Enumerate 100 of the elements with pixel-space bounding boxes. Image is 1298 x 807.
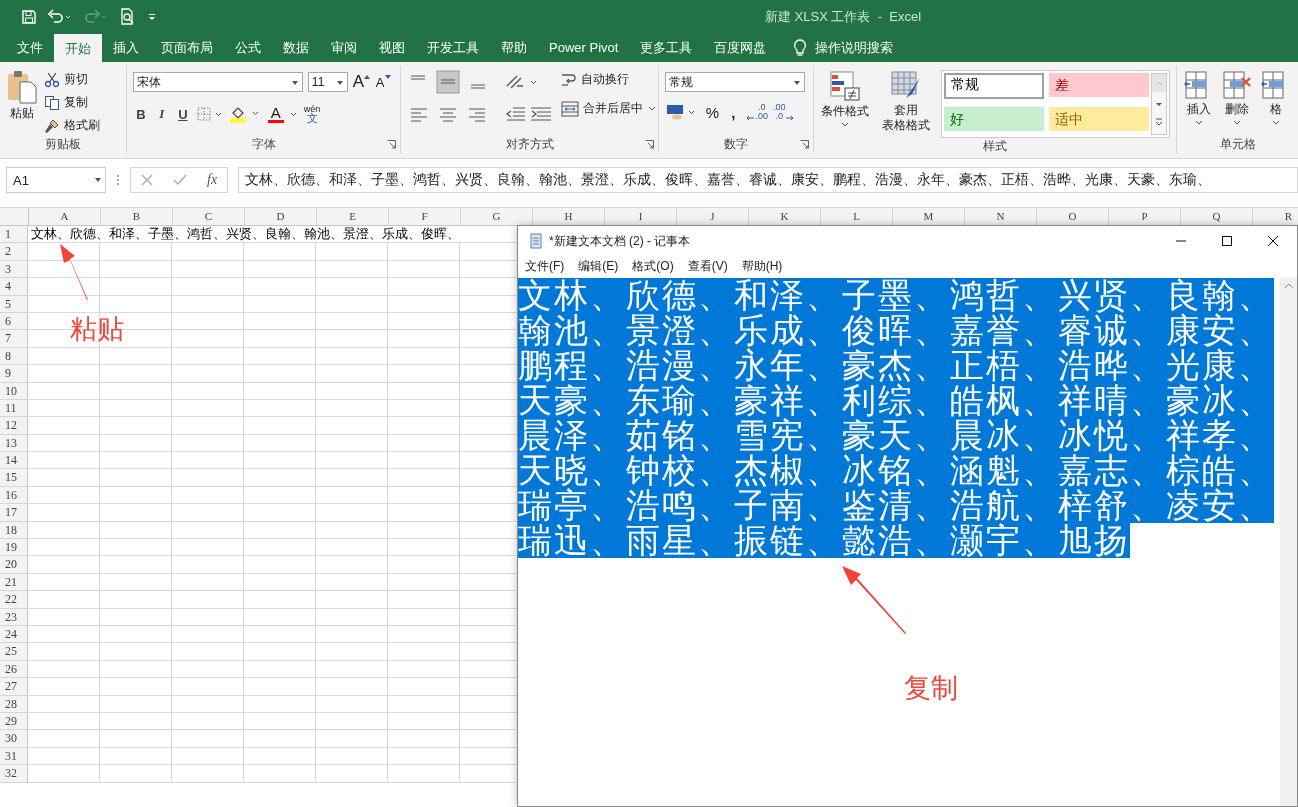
- scrollbar[interactable]: [1280, 277, 1297, 806]
- check-icon[interactable]: [173, 174, 187, 186]
- menu-item[interactable]: 格式(O): [625, 256, 681, 277]
- ribbon-tab[interactable]: 开始: [54, 34, 102, 63]
- merge-center-button[interactable]: 合并后居中: [561, 99, 658, 118]
- menu-item[interactable]: 编辑(E): [571, 256, 626, 277]
- column-header[interactable]: F: [389, 208, 461, 225]
- close-icon[interactable]: [1267, 235, 1279, 247]
- dropdown-icon: [1194, 119, 1205, 127]
- cells-button[interactable]: 格: [1259, 70, 1292, 127]
- increase-decimal-button[interactable]: .0 .00: [746, 103, 768, 121]
- group-label: 剪贴板: [43, 136, 82, 153]
- save-icon[interactable]: [21, 9, 37, 25]
- ribbon-tab[interactable]: Power Pivot: [538, 34, 630, 62]
- row-header[interactable]: 25: [0, 643, 28, 661]
- row-header[interactable]: 4: [0, 278, 28, 296]
- ribbon-tab[interactable]: 帮助: [490, 34, 538, 62]
- font-style-button[interactable]: I: [153, 106, 170, 122]
- tell-me-search[interactable]: 操作说明搜索: [793, 34, 894, 62]
- cell-style[interactable]: 适中: [1049, 106, 1149, 131]
- ribbon-tab[interactable]: 插入: [102, 34, 150, 62]
- ribbon-tab[interactable]: 更多工具: [629, 34, 704, 62]
- ribbon-tab[interactable]: 文件: [6, 34, 54, 62]
- row-header[interactable]: 20: [0, 556, 28, 574]
- borders-icon[interactable]: [195, 106, 224, 122]
- cells-button[interactable]: 插入: [1183, 70, 1216, 127]
- paste-button[interactable]: 粘贴: [6, 70, 38, 122]
- font-size-field[interactable]: 11: [307, 72, 348, 92]
- menu-item[interactable]: 帮助(H): [734, 256, 790, 277]
- right-arrow-icon: [786, 115, 795, 121]
- dropdown-icon: [1270, 119, 1281, 127]
- clipboard-action[interactable]: 剪切: [44, 70, 100, 89]
- row-header[interactable]: 17: [0, 504, 28, 522]
- group-label: 数字: [723, 136, 750, 153]
- ribbon-tab[interactable]: 开发工具: [416, 34, 490, 62]
- cell-style[interactable]: 好: [944, 106, 1044, 131]
- formula-field[interactable]: 文林、欣德、和泽、子墨、鸿哲、兴贤、良翰、翰池、景澄、乐成、俊晖、嘉誉、睿诚、康安、鹏程、浩漫、永年、豪杰、正梧、浩晔、光康、天豪、东瑜、: [238, 167, 1298, 193]
- column-header[interactable]: D: [245, 208, 317, 225]
- font-name-field[interactable]: 宋体: [132, 72, 303, 92]
- format-painter-icon: [44, 117, 60, 134]
- dialog-launcher-icon[interactable]: [387, 140, 397, 149]
- ribbon-tab[interactable]: 视图: [368, 34, 416, 62]
- row-header[interactable]: 15: [0, 469, 28, 487]
- font-color-button[interactable]: A: [267, 105, 284, 123]
- font-style-button[interactable]: U: [174, 106, 191, 122]
- row-header[interactable]: 14: [0, 452, 28, 470]
- notepad-icon: [528, 233, 544, 249]
- ribbon-tab[interactable]: 百度网盘: [703, 34, 778, 62]
- scroll-up-icon[interactable]: [1283, 283, 1294, 289]
- comma-button[interactable]: ,: [725, 103, 742, 121]
- redo-icon[interactable]: [83, 9, 109, 25]
- ribbon-tab[interactable]: 公式: [224, 34, 272, 62]
- clipboard-action[interactable]: 复制: [44, 93, 100, 112]
- row-header[interactable]: 22: [0, 591, 28, 609]
- row-header[interactable]: 30: [0, 730, 28, 748]
- dialog-launcher-icon[interactable]: [645, 140, 655, 149]
- decrease-decimal-button[interactable]: .00 .0: [772, 103, 795, 121]
- number-format-field[interactable]: 常规: [665, 72, 806, 92]
- row-header[interactable]: 19: [0, 539, 28, 557]
- cells-button[interactable]: 删除: [1221, 70, 1254, 127]
- format-as-table-button[interactable]: 套用 表格格式: [877, 70, 935, 133]
- maximize-icon[interactable]: [1221, 235, 1233, 247]
- cancel-icon[interactable]: [141, 174, 153, 186]
- merge-icon: [561, 100, 580, 117]
- menu-item[interactable]: 文件(F): [518, 256, 572, 277]
- row-header[interactable]: 32: [0, 765, 28, 783]
- group-label: 样式: [982, 138, 1008, 155]
- column-header[interactable]: A: [29, 208, 101, 225]
- shrink-font-button[interactable]: A: [375, 74, 392, 90]
- column-header[interactable]: B: [101, 208, 173, 225]
- ribbon-tab[interactable]: 数据: [272, 34, 320, 62]
- name-box[interactable]: A1: [6, 167, 106, 193]
- row-header[interactable]: 1: [0, 226, 28, 244]
- percent-button[interactable]: %: [704, 103, 721, 121]
- clipboard-action[interactable]: 格式刷: [44, 116, 100, 135]
- undo-icon[interactable]: [47, 9, 73, 25]
- dialog-launcher-icon[interactable]: [800, 140, 809, 149]
- row-header[interactable]: 9: [0, 365, 28, 383]
- ribbon-tab[interactable]: 审阅: [320, 34, 368, 62]
- row-header[interactable]: 27: [0, 678, 28, 696]
- annotation-arrow: [60, 244, 88, 300]
- wrap-icon: [561, 71, 578, 88]
- conditional-format-button[interactable]: 条件格式: [820, 70, 871, 129]
- gallery-scroll-icon[interactable]: [1151, 73, 1167, 135]
- row-header[interactable]: 7: [0, 330, 28, 348]
- grow-font-button[interactable]: A: [352, 72, 371, 92]
- customize-icon[interactable]: [147, 12, 157, 22]
- conditional-format-icon: [829, 70, 862, 102]
- column-header[interactable]: E: [317, 208, 389, 225]
- phonetic-button[interactable]: wén 文: [303, 105, 321, 123]
- row-header[interactable]: 2: [0, 243, 28, 261]
- column-header[interactable]: C: [173, 208, 245, 225]
- menu-item[interactable]: 查看(V): [680, 256, 735, 277]
- cell-style[interactable]: 差: [1049, 73, 1149, 97]
- wrap-text-button[interactable]: 自动换行: [561, 70, 658, 89]
- ribbon-tab[interactable]: 页面布局: [150, 34, 224, 62]
- font-style-button[interactable]: B: [132, 106, 149, 122]
- insert-function-button[interactable]: fx: [207, 172, 218, 188]
- cell-style[interactable]: 常规: [944, 73, 1044, 99]
- row-header[interactable]: 12: [0, 417, 28, 435]
